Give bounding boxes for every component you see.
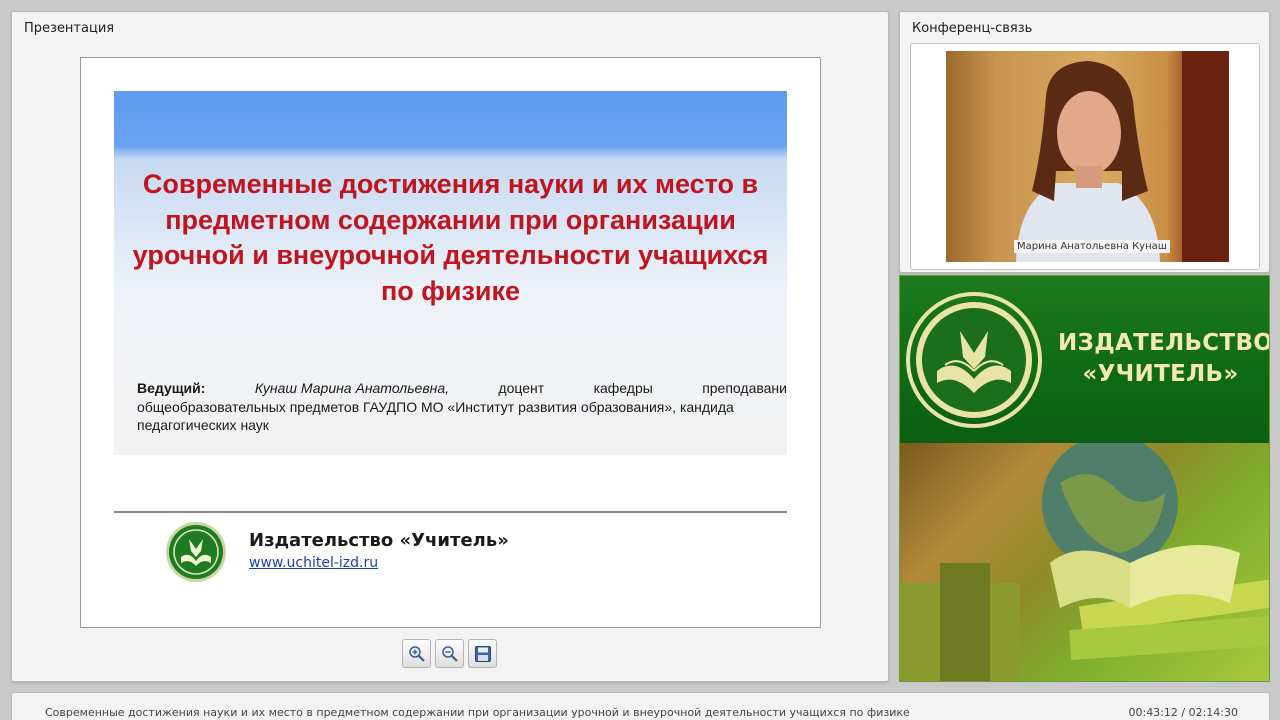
slide-divider: [114, 511, 787, 513]
slide-publisher-name: Издательство «Учитель»: [249, 530, 509, 551]
zoom-out-icon: [441, 645, 458, 662]
slide-title: Современные достижения науки и их место …: [132, 169, 769, 306]
books-globe-icon: [900, 443, 1269, 681]
video-frame: Марина Анатольевна Кунаш: [910, 43, 1260, 270]
presenter-role-word-3: преподавани: [702, 380, 787, 396]
publisher-logo-icon: [166, 522, 226, 582]
slide-toolbar: [402, 639, 497, 668]
zoom-in-icon: [408, 645, 425, 662]
presenter-role-word-1: доцент: [498, 380, 545, 396]
publisher-banner-line-1: ИЗДАТЕЛЬСТВО: [1058, 330, 1270, 356]
publisher-banner-text: ИЗДАТЕЛЬСТВО «УЧИТЕЛЬ»: [1058, 328, 1270, 390]
participant-silhouette-icon: [1016, 51, 1229, 262]
webinar-title: Современные достижения науки и их место …: [45, 706, 910, 719]
presentation-panel: Презентация Современные достижения науки…: [11, 11, 889, 682]
slide-publisher-link[interactable]: www.uchitel-izd.ru: [249, 555, 378, 571]
presentation-panel-title: Презентация: [24, 21, 115, 36]
books-globe-illustration: [900, 443, 1269, 681]
participant-video[interactable]: Марина Анатольевна Кунаш: [946, 51, 1229, 262]
slide-viewer: Современные достижения науки и их место …: [80, 57, 821, 628]
zoom-in-button[interactable]: [402, 639, 431, 668]
publisher-emblem-icon: [906, 292, 1042, 428]
presenter-role-line-2: общеобразовательных предметов ГАУДПО МО …: [137, 398, 734, 415]
publisher-banner-header: ИЗДАТЕЛЬСТВО «УЧИТЕЛЬ»: [900, 276, 1269, 443]
presenter-role-word-2: кафедры: [593, 380, 653, 396]
slide-presenter-info: Ведущий: Кунаш Марина Анатольевна, доцен…: [137, 379, 787, 435]
presenter-name: Кунаш Марина Анатольевна,: [254, 380, 450, 396]
playback-time: 00:43:12 / 02:14:30: [1128, 706, 1238, 719]
conference-panel-title: Конференц-связь: [912, 21, 1033, 36]
conference-panel: Конференц-связь Марина Анатольевна Кунаш: [899, 11, 1270, 273]
zoom-out-button[interactable]: [435, 639, 464, 668]
bottom-status-bar: Современные достижения науки и их место …: [11, 692, 1270, 720]
publisher-banner: ИЗДАТЕЛЬСТВО «УЧИТЕЛЬ»: [899, 275, 1270, 682]
save-icon: [474, 645, 491, 662]
participant-name-caption: Марина Анатольевна Кунаш: [1014, 240, 1170, 253]
presenter-label: Ведущий:: [137, 380, 206, 396]
save-button[interactable]: [468, 639, 497, 668]
presenter-role-line-3: педагогических наук: [137, 417, 269, 433]
publisher-banner-line-2: «УЧИТЕЛЬ»: [1082, 361, 1239, 387]
